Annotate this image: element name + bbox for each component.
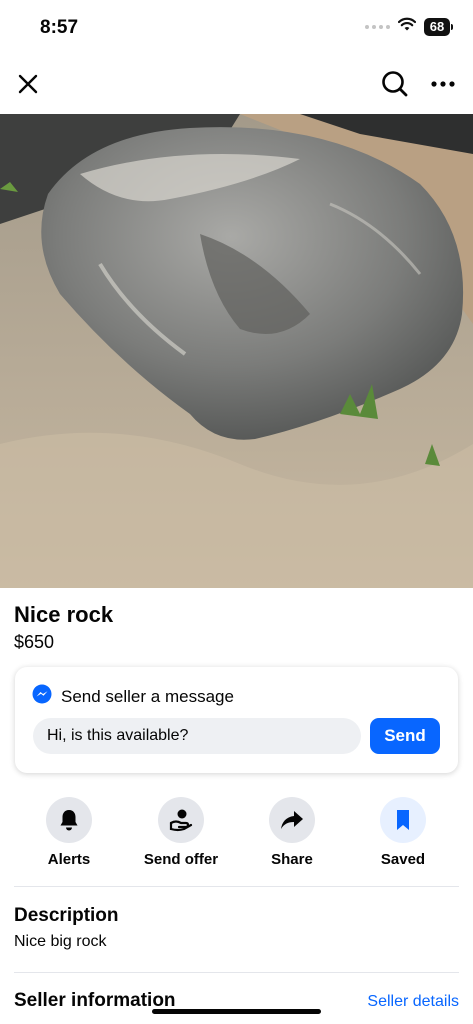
signal-dots-icon bbox=[365, 24, 390, 29]
share-arrow-icon bbox=[269, 797, 315, 843]
description-heading: Description bbox=[14, 905, 119, 926]
description-text: Nice big rock bbox=[14, 933, 107, 950]
battery-level: 68 bbox=[424, 17, 450, 36]
saved-label: Saved bbox=[380, 851, 426, 868]
status-time: 8:57 bbox=[40, 17, 79, 38]
messenger-icon bbox=[32, 684, 52, 709]
battery-icon: 68 bbox=[424, 17, 453, 36]
listing-photo[interactable] bbox=[0, 114, 473, 588]
close-icon[interactable] bbox=[12, 68, 44, 100]
saved-button[interactable]: Saved bbox=[348, 797, 458, 868]
action-row: Alerts Send offer Share Saved bbox=[0, 797, 473, 869]
bell-icon bbox=[46, 797, 92, 843]
alerts-label: Alerts bbox=[47, 851, 91, 868]
offer-hand-icon bbox=[158, 797, 204, 843]
home-indicator bbox=[152, 1009, 321, 1014]
divider bbox=[14, 886, 459, 887]
alerts-button[interactable]: Alerts bbox=[14, 797, 124, 868]
listing-price: $650 bbox=[14, 632, 55, 652]
message-header-label: Send seller a message bbox=[61, 686, 234, 706]
wifi-icon bbox=[397, 17, 417, 36]
status-bar: 8:57 68 bbox=[0, 0, 473, 56]
listing-title: Nice rock bbox=[14, 602, 114, 627]
message-input[interactable] bbox=[33, 718, 361, 754]
send-offer-label: Send offer bbox=[143, 851, 219, 868]
more-icon[interactable] bbox=[427, 68, 459, 100]
share-button[interactable]: Share bbox=[237, 797, 347, 868]
seller-info-heading: Seller information bbox=[14, 990, 176, 1011]
seller-details-link[interactable]: Seller details bbox=[367, 993, 459, 1011]
send-button[interactable]: Send bbox=[370, 718, 440, 754]
message-header: Send seller a message bbox=[32, 684, 234, 709]
divider bbox=[14, 972, 459, 973]
top-nav bbox=[0, 60, 473, 110]
share-label: Share bbox=[271, 851, 313, 868]
message-seller-card: Send seller a message Send bbox=[15, 667, 458, 773]
status-icons: 68 bbox=[365, 17, 453, 36]
bookmark-icon bbox=[380, 797, 426, 843]
search-icon[interactable] bbox=[379, 68, 411, 100]
send-offer-button[interactable]: Send offer bbox=[126, 797, 236, 868]
